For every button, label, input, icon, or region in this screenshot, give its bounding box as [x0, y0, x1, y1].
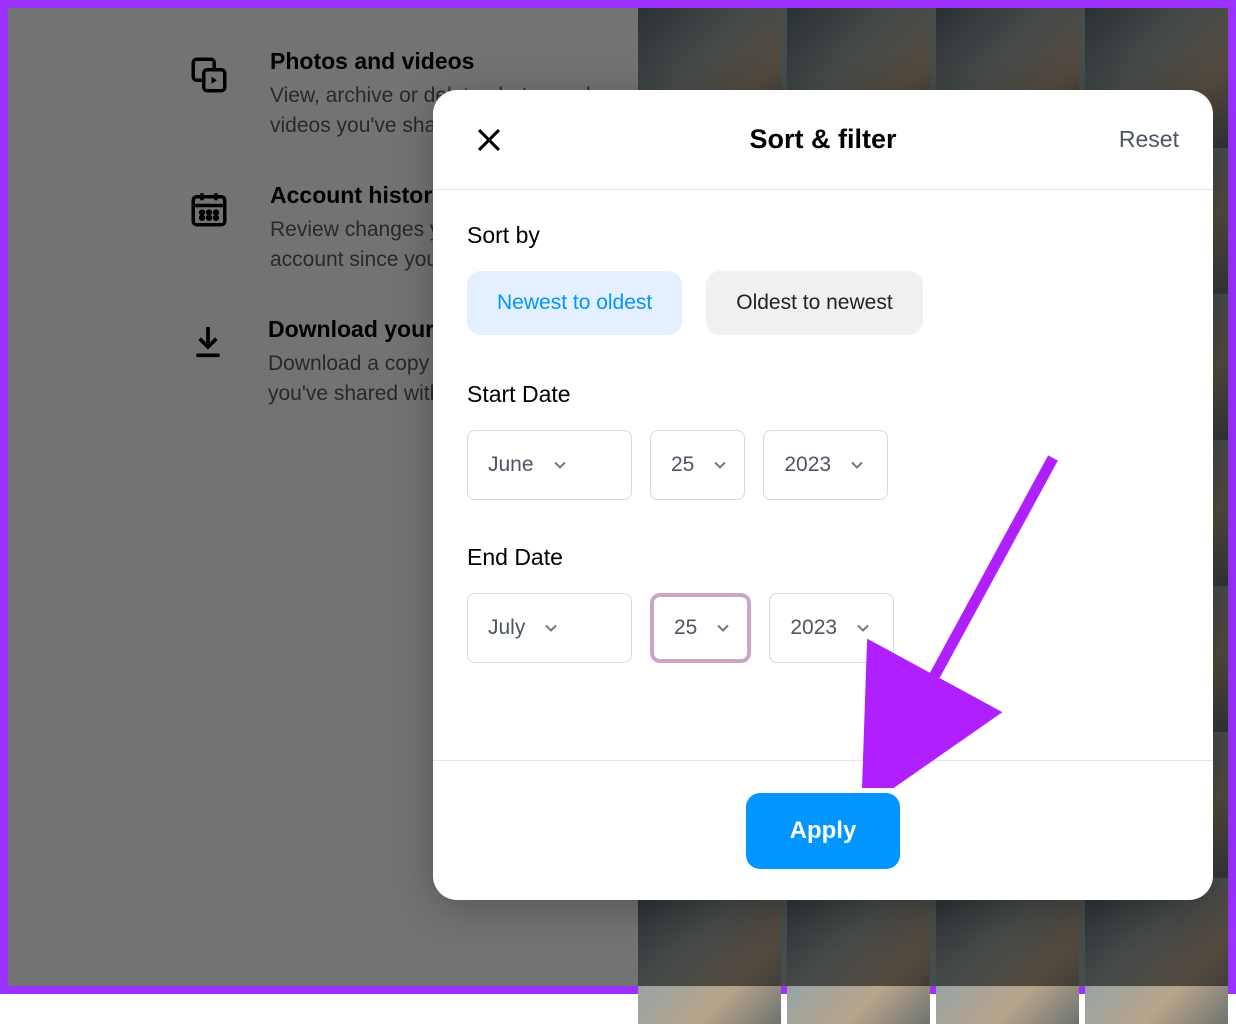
- start-month-select[interactable]: June: [467, 430, 632, 500]
- end-year-value: 2023: [790, 616, 837, 640]
- start-year-value: 2023: [784, 453, 831, 477]
- sort-newest-chip[interactable]: Newest to oldest: [467, 271, 682, 335]
- download-icon: [188, 316, 228, 362]
- chevron-down-icon: [713, 618, 733, 638]
- sort-filter-modal: Sort & filter Reset Sort by Newest to ol…: [433, 90, 1213, 900]
- apply-button[interactable]: Apply: [746, 793, 901, 869]
- modal-title: Sort & filter: [433, 124, 1213, 155]
- start-day-select[interactable]: 25: [650, 430, 745, 500]
- end-year-select[interactable]: 2023: [769, 593, 894, 663]
- chevron-down-icon: [853, 618, 873, 638]
- close-button[interactable]: [467, 118, 511, 162]
- reset-button[interactable]: Reset: [1119, 126, 1179, 153]
- start-day-value: 25: [671, 453, 694, 477]
- end-day-value: 25: [674, 616, 697, 640]
- start-date-label: Start Date: [467, 381, 1179, 408]
- close-icon: [472, 123, 506, 157]
- settings-item-title: Photos and videos: [270, 48, 638, 75]
- chevron-down-icon: [847, 455, 867, 475]
- end-day-select[interactable]: 25: [650, 593, 751, 663]
- sort-oldest-chip[interactable]: Oldest to newest: [706, 271, 922, 335]
- chevron-down-icon: [710, 455, 730, 475]
- start-month-value: June: [488, 453, 534, 477]
- chevron-down-icon: [550, 455, 570, 475]
- end-date-label: End Date: [467, 544, 1179, 571]
- start-year-select[interactable]: 2023: [763, 430, 888, 500]
- end-month-value: July: [488, 616, 525, 640]
- photos-videos-icon: [188, 48, 230, 96]
- end-month-select[interactable]: July: [467, 593, 632, 663]
- calendar-icon: [188, 182, 230, 230]
- sort-by-label: Sort by: [467, 222, 1179, 249]
- chevron-down-icon: [541, 618, 561, 638]
